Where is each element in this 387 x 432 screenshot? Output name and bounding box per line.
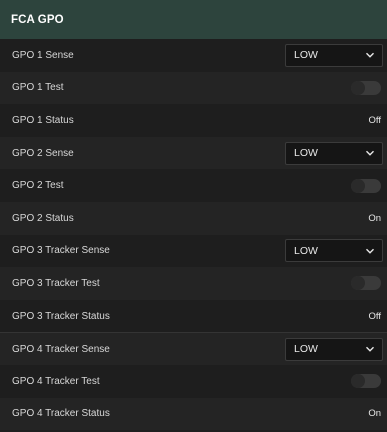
panel-title: FCA GPO — [11, 13, 64, 26]
select-value: LOW — [294, 147, 318, 160]
gpo1-sense-row: GPO 1 Sense LOW — [0, 39, 387, 72]
toggle-knob — [351, 178, 365, 193]
gpo2-sense-row: GPO 2 Sense LOW — [0, 136, 387, 170]
gpo1-test-toggle[interactable] — [351, 80, 381, 95]
toggle-knob — [351, 80, 365, 95]
fca-gpo-panel: FCA GPO GPO 1 Sense LOW GPO 1 Test GPO 1… — [0, 0, 387, 432]
gpo3-tracker-status-value: Off — [368, 310, 382, 322]
toggle-knob — [351, 276, 365, 291]
chevron-down-icon — [366, 346, 374, 352]
select-value: LOW — [294, 49, 318, 62]
gpo3-tracker-status-row: GPO 3 Tracker Status Off — [0, 299, 387, 333]
gpo4-tracker-sense-select[interactable]: LOW — [285, 337, 383, 361]
gpo4-tracker-status-row: GPO 4 Tracker Status On — [0, 397, 387, 431]
select-value: LOW — [294, 343, 318, 356]
gpo3-tracker-sense-select[interactable]: LOW — [285, 239, 383, 263]
gpo1-status-row: GPO 1 Status Off — [0, 104, 387, 137]
setting-label: GPO 3 Tracker Sense — [12, 245, 110, 257]
gpo4-tracker-test-toggle[interactable] — [351, 374, 381, 389]
chevron-down-icon — [366, 248, 374, 254]
panel-header: FCA GPO — [0, 0, 387, 39]
gpo2-status-value: On — [368, 212, 381, 224]
setting-label: GPO 4 Tracker Status — [12, 408, 110, 420]
gpo2-sense-select[interactable]: LOW — [285, 141, 383, 165]
gpo2-test-toggle[interactable] — [351, 178, 381, 193]
gpo4-tracker-test-row: GPO 4 Tracker Test — [0, 364, 387, 398]
setting-label: GPO 1 Status — [12, 114, 74, 126]
gpo2-status-row: GPO 2 Status On — [0, 201, 387, 235]
gpo1-sense-select[interactable]: LOW — [285, 43, 383, 67]
gpo3-tracker-sense-row: GPO 3 Tracker Sense LOW — [0, 234, 387, 268]
toggle-knob — [351, 374, 365, 389]
select-value: LOW — [294, 244, 318, 257]
setting-label: GPO 1 Test — [12, 82, 64, 94]
setting-label: GPO 3 Tracker Test — [12, 277, 100, 289]
chevron-down-icon — [366, 53, 374, 58]
setting-label: GPO 2 Sense — [12, 147, 74, 159]
gpo4-tracker-sense-row: GPO 4 Tracker Sense LOW — [0, 332, 387, 365]
gpo4-tracker-status-value: On — [368, 408, 381, 420]
settings-list: GPO 1 Sense LOW GPO 1 Test GPO 1 Status … — [0, 39, 387, 431]
gpo3-tracker-test-row: GPO 3 Tracker Test — [0, 267, 387, 300]
gpo1-status-value: Off — [368, 114, 382, 126]
setting-label: GPO 4 Tracker Sense — [12, 343, 110, 355]
gpo2-test-row: GPO 2 Test — [0, 169, 387, 202]
chevron-down-icon — [366, 150, 374, 156]
setting-label: GPO 3 Tracker Status — [12, 310, 110, 322]
setting-label: GPO 2 Test — [12, 180, 64, 192]
setting-label: GPO 2 Status — [12, 212, 74, 224]
setting-label: GPO 1 Sense — [12, 49, 74, 61]
gpo3-tracker-test-toggle[interactable] — [351, 276, 381, 291]
setting-label: GPO 4 Tracker Test — [12, 375, 100, 387]
gpo1-test-row: GPO 1 Test — [0, 71, 387, 105]
